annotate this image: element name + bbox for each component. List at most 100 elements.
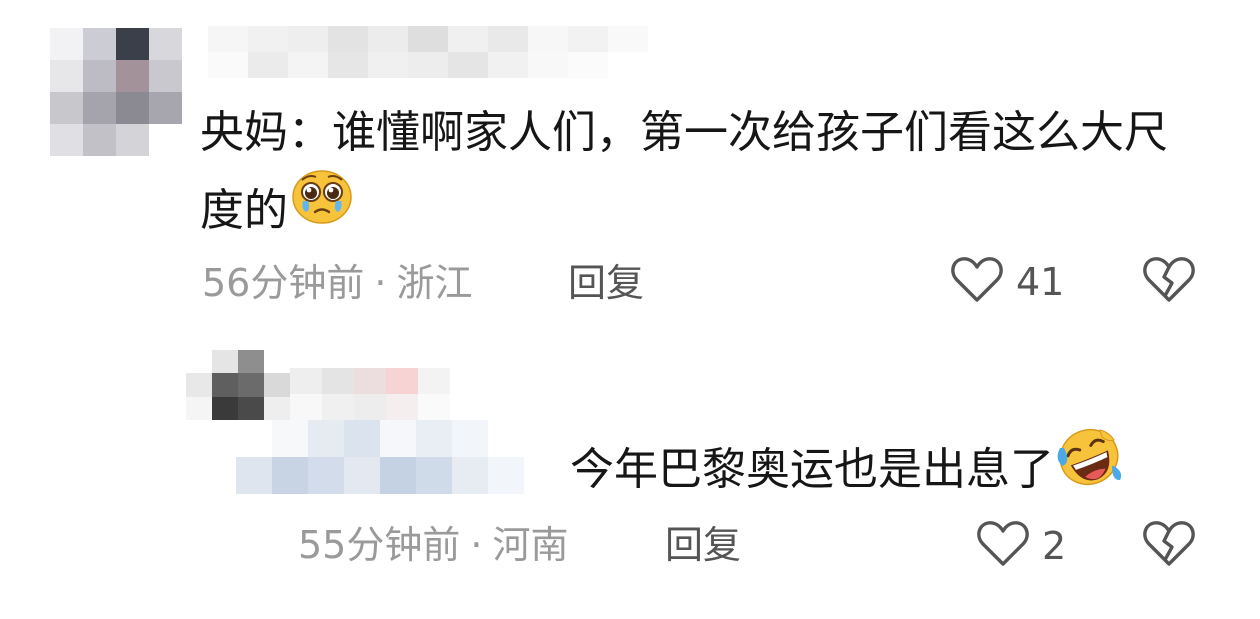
mosaic-cell [354, 368, 386, 394]
mosaic-cell [50, 124, 83, 156]
mosaic-cell [322, 394, 354, 420]
mosaic-cell [380, 457, 416, 494]
mosaic-cell [290, 394, 322, 420]
mosaic-cell [212, 350, 238, 374]
mosaic-cell [568, 26, 608, 52]
reply-text: 今年巴黎奥运也是出息了 [570, 428, 1122, 512]
mosaic-cell [238, 350, 264, 374]
mosaic-cell [50, 28, 83, 60]
mosaic-cell [149, 124, 182, 156]
mosaic-cell [354, 394, 386, 420]
avatar[interactable] [50, 28, 182, 156]
mosaic-cell [418, 394, 450, 420]
mosaic-cell [236, 457, 272, 494]
username-redacted[interactable] [208, 26, 648, 78]
mosaic-cell [212, 373, 238, 397]
mosaic-cell [116, 124, 149, 156]
mosaic-cell [83, 92, 116, 124]
mosaic-cell [116, 28, 149, 60]
mosaic-cell [416, 457, 452, 494]
mosaic-cell [452, 420, 488, 457]
reply-username-redacted[interactable] [290, 368, 450, 420]
mosaic-cell [83, 28, 116, 60]
mosaic-cell [386, 394, 418, 420]
meta-separator: · [374, 261, 387, 305]
mosaic-cell [208, 26, 248, 52]
pleading-face-emoji [290, 165, 354, 249]
mosaic-cell [149, 28, 182, 60]
broken-heart-icon [1142, 256, 1196, 308]
mosaic-cell [248, 26, 288, 52]
mosaic-cell [212, 396, 238, 420]
mosaic-cell [50, 60, 83, 92]
like-count: 41 [1016, 260, 1065, 304]
comment-meta: 56分钟前 · 浙江 [202, 258, 472, 308]
mosaic-cell [524, 457, 560, 494]
mosaic-cell [344, 457, 380, 494]
mosaic-cell [488, 52, 528, 78]
mosaic-cell [608, 52, 648, 78]
mosaic-cell [248, 52, 288, 78]
like-button[interactable]: 2 [976, 520, 1066, 572]
mosaic-cell [308, 420, 344, 457]
mosaic-cell [322, 368, 354, 394]
broken-heart-icon [1142, 520, 1196, 572]
mosaic-cell [264, 350, 290, 374]
mosaic-cell [186, 350, 212, 374]
mosaic-cell [83, 124, 116, 156]
mosaic-cell [524, 420, 560, 457]
mosaic-cell [408, 26, 448, 52]
mosaic-cell [368, 26, 408, 52]
mosaic-cell [288, 26, 328, 52]
mosaic-cell [116, 60, 149, 92]
mosaic-cell [236, 420, 272, 457]
mosaic-cell [608, 26, 648, 52]
mosaic-cell [448, 52, 488, 78]
dislike-button[interactable] [1142, 256, 1196, 308]
comment-location: 浙江 [396, 261, 473, 305]
comment-time: 56分钟前 [202, 261, 365, 305]
mosaic-cell [368, 52, 408, 78]
mosaic-cell [328, 26, 368, 52]
mosaic-cell [488, 457, 524, 494]
mosaic-cell [149, 92, 182, 124]
reply-text-content: 今年巴黎奥运也是出息了 [570, 444, 1054, 495]
comment-text: 央妈：谁懂啊家人们，第一次给孩子们看这么大尺度的 [200, 95, 1210, 255]
mosaic-cell [344, 420, 380, 457]
mosaic-cell [50, 92, 83, 124]
reply-location: 河南 [492, 523, 569, 567]
mosaic-cell [488, 26, 528, 52]
dislike-button[interactable] [1142, 520, 1196, 572]
mosaic-cell [83, 60, 116, 92]
mosaic-cell [186, 396, 212, 420]
mosaic-cell [568, 52, 608, 78]
mosaic-cell [408, 52, 448, 78]
mosaic-cell [238, 373, 264, 397]
mosaic-cell [528, 26, 568, 52]
mosaic-cell [272, 420, 308, 457]
mosaic-cell [418, 368, 450, 394]
reply-avatar[interactable] [186, 350, 290, 420]
mosaic-cell [380, 420, 416, 457]
mosaic-cell [186, 373, 212, 397]
reply-button[interactable]: 回复 [665, 520, 741, 570]
heart-icon [950, 256, 1004, 308]
reply-meta: 55分钟前 · 河南 [298, 520, 568, 570]
reply-target-redacted [236, 420, 560, 494]
mosaic-cell [488, 420, 524, 457]
like-count: 2 [1042, 524, 1067, 568]
mosaic-cell [528, 52, 568, 78]
heart-icon [976, 520, 1030, 572]
reply-button[interactable]: 回复 [568, 258, 644, 308]
mosaic-cell [238, 396, 264, 420]
mosaic-cell [290, 368, 322, 394]
mosaic-cell [386, 368, 418, 394]
reply-time: 55分钟前 [298, 523, 461, 567]
mosaic-cell [308, 457, 344, 494]
mosaic-cell [116, 92, 149, 124]
mosaic-cell [208, 52, 248, 78]
mosaic-cell [149, 60, 182, 92]
mosaic-cell [416, 420, 452, 457]
mosaic-cell [288, 52, 328, 78]
like-button[interactable]: 41 [950, 256, 1064, 308]
